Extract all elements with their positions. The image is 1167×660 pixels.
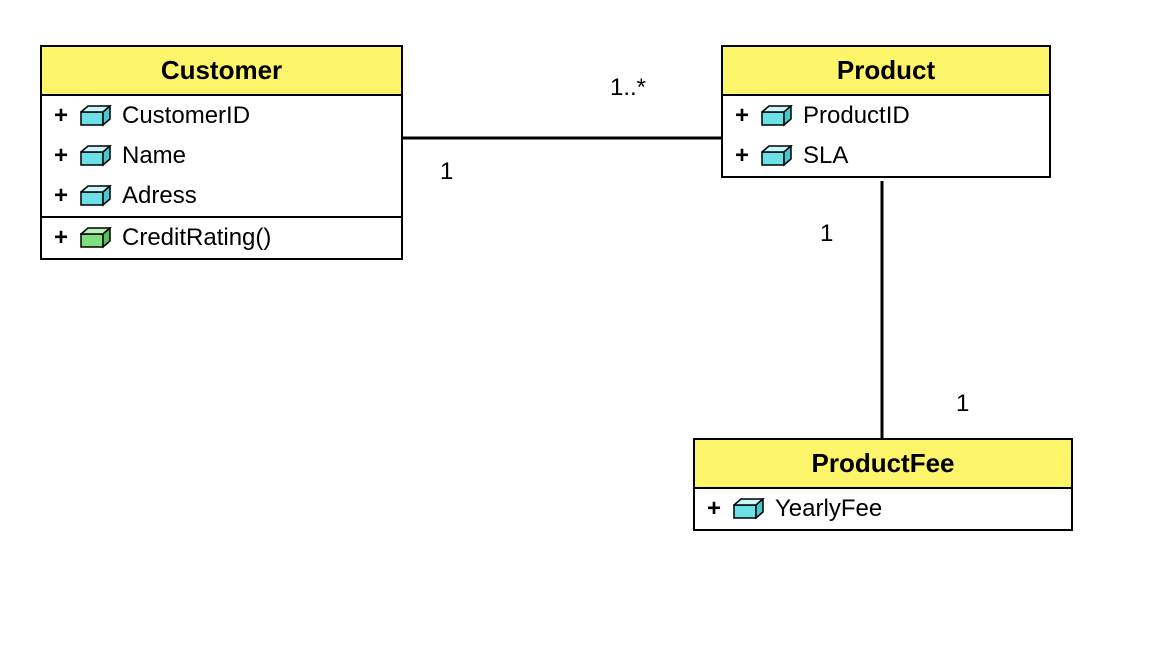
attribute-row: + CustomerID	[42, 96, 401, 136]
association-product-productfee	[880, 181, 884, 438]
class-product-name: Product	[723, 47, 1049, 96]
attribute-row: + YearlyFee	[695, 489, 1071, 529]
attribute-row: + SLA	[723, 136, 1049, 176]
attribute-row: + ProductID	[723, 96, 1049, 136]
attribute-icon	[733, 498, 765, 520]
operation-label: CreditRating()	[122, 224, 271, 252]
class-productfee-attributes: + YearlyFee	[695, 489, 1071, 529]
class-product-attributes: + ProductID + SLA	[723, 96, 1049, 176]
multiplicity-product-fee-top: 1	[820, 220, 833, 248]
visibility-marker: +	[52, 142, 70, 170]
attribute-label: ProductID	[803, 102, 910, 130]
operation-row: + CreditRating()	[42, 218, 401, 258]
attribute-icon	[80, 185, 112, 207]
multiplicity-product-fee-bottom: 1	[956, 390, 969, 418]
attribute-label: CustomerID	[122, 102, 250, 130]
attribute-label: Adress	[122, 182, 197, 210]
class-customer-attributes: + CustomerID + Name + Adress	[42, 96, 401, 218]
multiplicity-product-side: 1..*	[610, 74, 646, 102]
attribute-label: Name	[122, 142, 186, 170]
operation-icon	[80, 227, 112, 249]
class-productfee: ProductFee + YearlyFee	[693, 438, 1073, 531]
attribute-icon	[80, 145, 112, 167]
class-customer-name: Customer	[42, 47, 401, 96]
visibility-marker: +	[733, 142, 751, 170]
attribute-icon	[761, 145, 793, 167]
class-customer: Customer + CustomerID + Name + Adress +	[40, 45, 403, 260]
class-customer-operations: + CreditRating()	[42, 218, 401, 258]
visibility-marker: +	[52, 102, 70, 130]
attribute-icon	[761, 105, 793, 127]
attribute-label: YearlyFee	[775, 495, 882, 523]
class-product: Product + ProductID + SLA	[721, 45, 1051, 178]
visibility-marker: +	[52, 224, 70, 252]
class-productfee-name: ProductFee	[695, 440, 1071, 489]
attribute-label: SLA	[803, 142, 848, 170]
attribute-row: + Adress	[42, 176, 401, 216]
attribute-icon	[80, 105, 112, 127]
association-customer-product	[403, 136, 721, 140]
visibility-marker: +	[705, 495, 723, 523]
visibility-marker: +	[52, 182, 70, 210]
visibility-marker: +	[733, 102, 751, 130]
multiplicity-customer-side: 1	[440, 158, 453, 186]
attribute-row: + Name	[42, 136, 401, 176]
